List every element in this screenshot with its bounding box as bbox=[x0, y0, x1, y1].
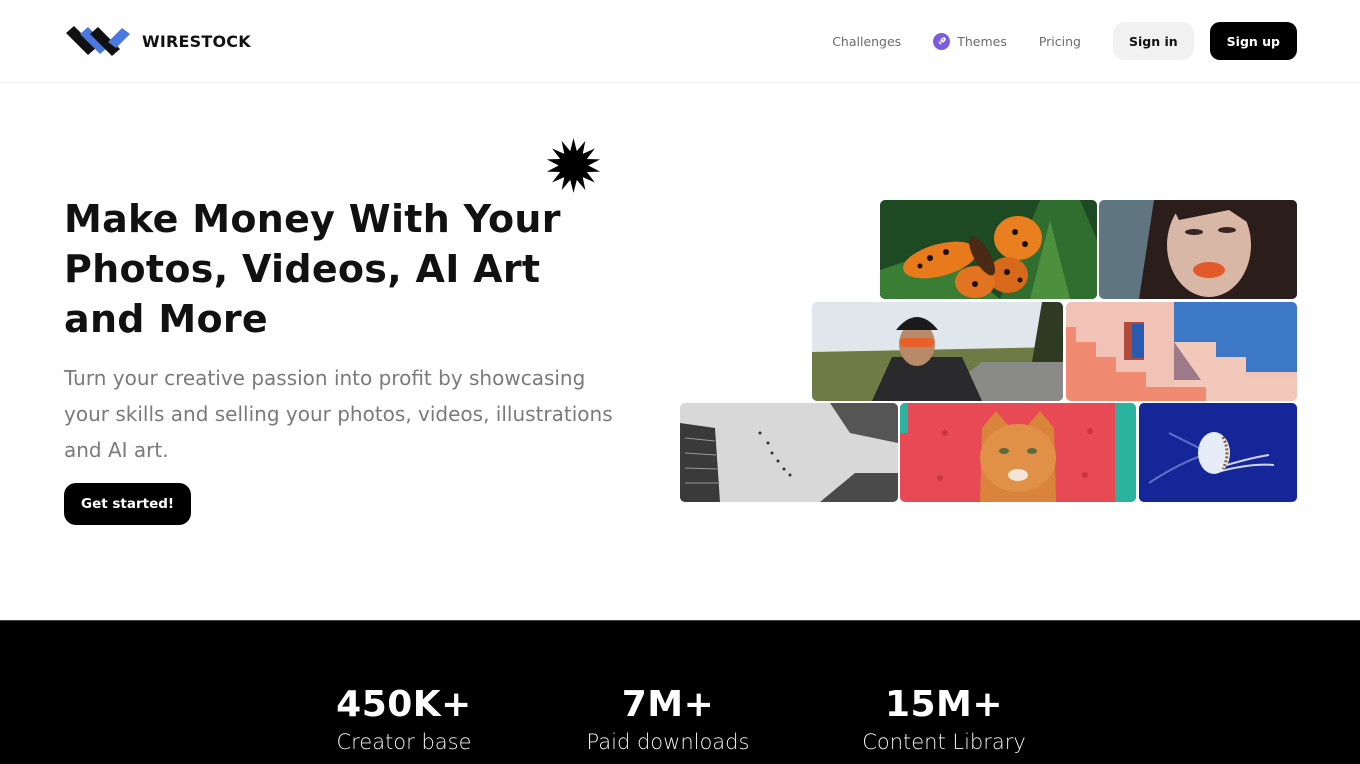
collage-image-cyclist bbox=[812, 302, 1063, 401]
collage-image-buildings bbox=[680, 403, 898, 502]
stat-label: Creator base bbox=[336, 730, 472, 754]
stat-label: Paid downloads bbox=[586, 730, 750, 754]
hero-title: Make Money With Your Photos, Videos, AI … bbox=[64, 197, 561, 341]
nav-link-themes[interactable]: Themes bbox=[933, 32, 1007, 50]
nav-link-challenges[interactable]: Challenges bbox=[832, 34, 901, 49]
sign-up-button[interactable]: Sign up bbox=[1209, 22, 1297, 60]
stat-label: Content Library bbox=[862, 730, 1026, 754]
wirestock-logo-icon bbox=[66, 26, 130, 56]
stat-value: 7M+ bbox=[621, 684, 715, 725]
rocket-icon bbox=[933, 32, 951, 50]
stat-value: 450K+ bbox=[336, 684, 472, 725]
nav-link-label: Themes bbox=[957, 33, 1007, 49]
brand-name: WIRESTOCK bbox=[142, 31, 251, 51]
site-header: WIRESTOCK Challenges Themes Pricing Sign… bbox=[0, 0, 1360, 83]
sign-in-button[interactable]: Sign in bbox=[1112, 22, 1194, 60]
get-started-button[interactable]: Get started! bbox=[64, 483, 192, 525]
nav-link-label: Pricing bbox=[1038, 33, 1081, 49]
collage-image-architecture bbox=[1066, 302, 1297, 401]
collage-image-butterfly bbox=[880, 200, 1097, 299]
stat-content-library: 15M+ Content Library bbox=[824, 683, 1064, 757]
starburst-icon bbox=[546, 138, 601, 193]
collage-image-jellyfish bbox=[1139, 403, 1297, 502]
stat-value: 15M+ bbox=[884, 684, 1004, 725]
nav-link-pricing[interactable]: Pricing bbox=[1039, 34, 1081, 49]
stat-paid-downloads: 7M+ Paid downloads bbox=[548, 683, 788, 757]
collage-image-cat bbox=[900, 403, 1136, 502]
stats-band: 450K+ Creator base 7M+ Paid downloads 15… bbox=[0, 620, 1360, 764]
collage-image-portrait bbox=[1099, 200, 1297, 299]
logo-link[interactable]: WIRESTOCK bbox=[66, 24, 251, 58]
stat-creator-base: 450K+ Creator base bbox=[284, 683, 524, 757]
main-nav: Challenges Themes Pricing Sign in Sign u… bbox=[832, 22, 1297, 60]
nav-link-label: Challenges bbox=[832, 33, 902, 49]
hero-subtitle: Turn your creative passion into profit b… bbox=[64, 366, 613, 462]
